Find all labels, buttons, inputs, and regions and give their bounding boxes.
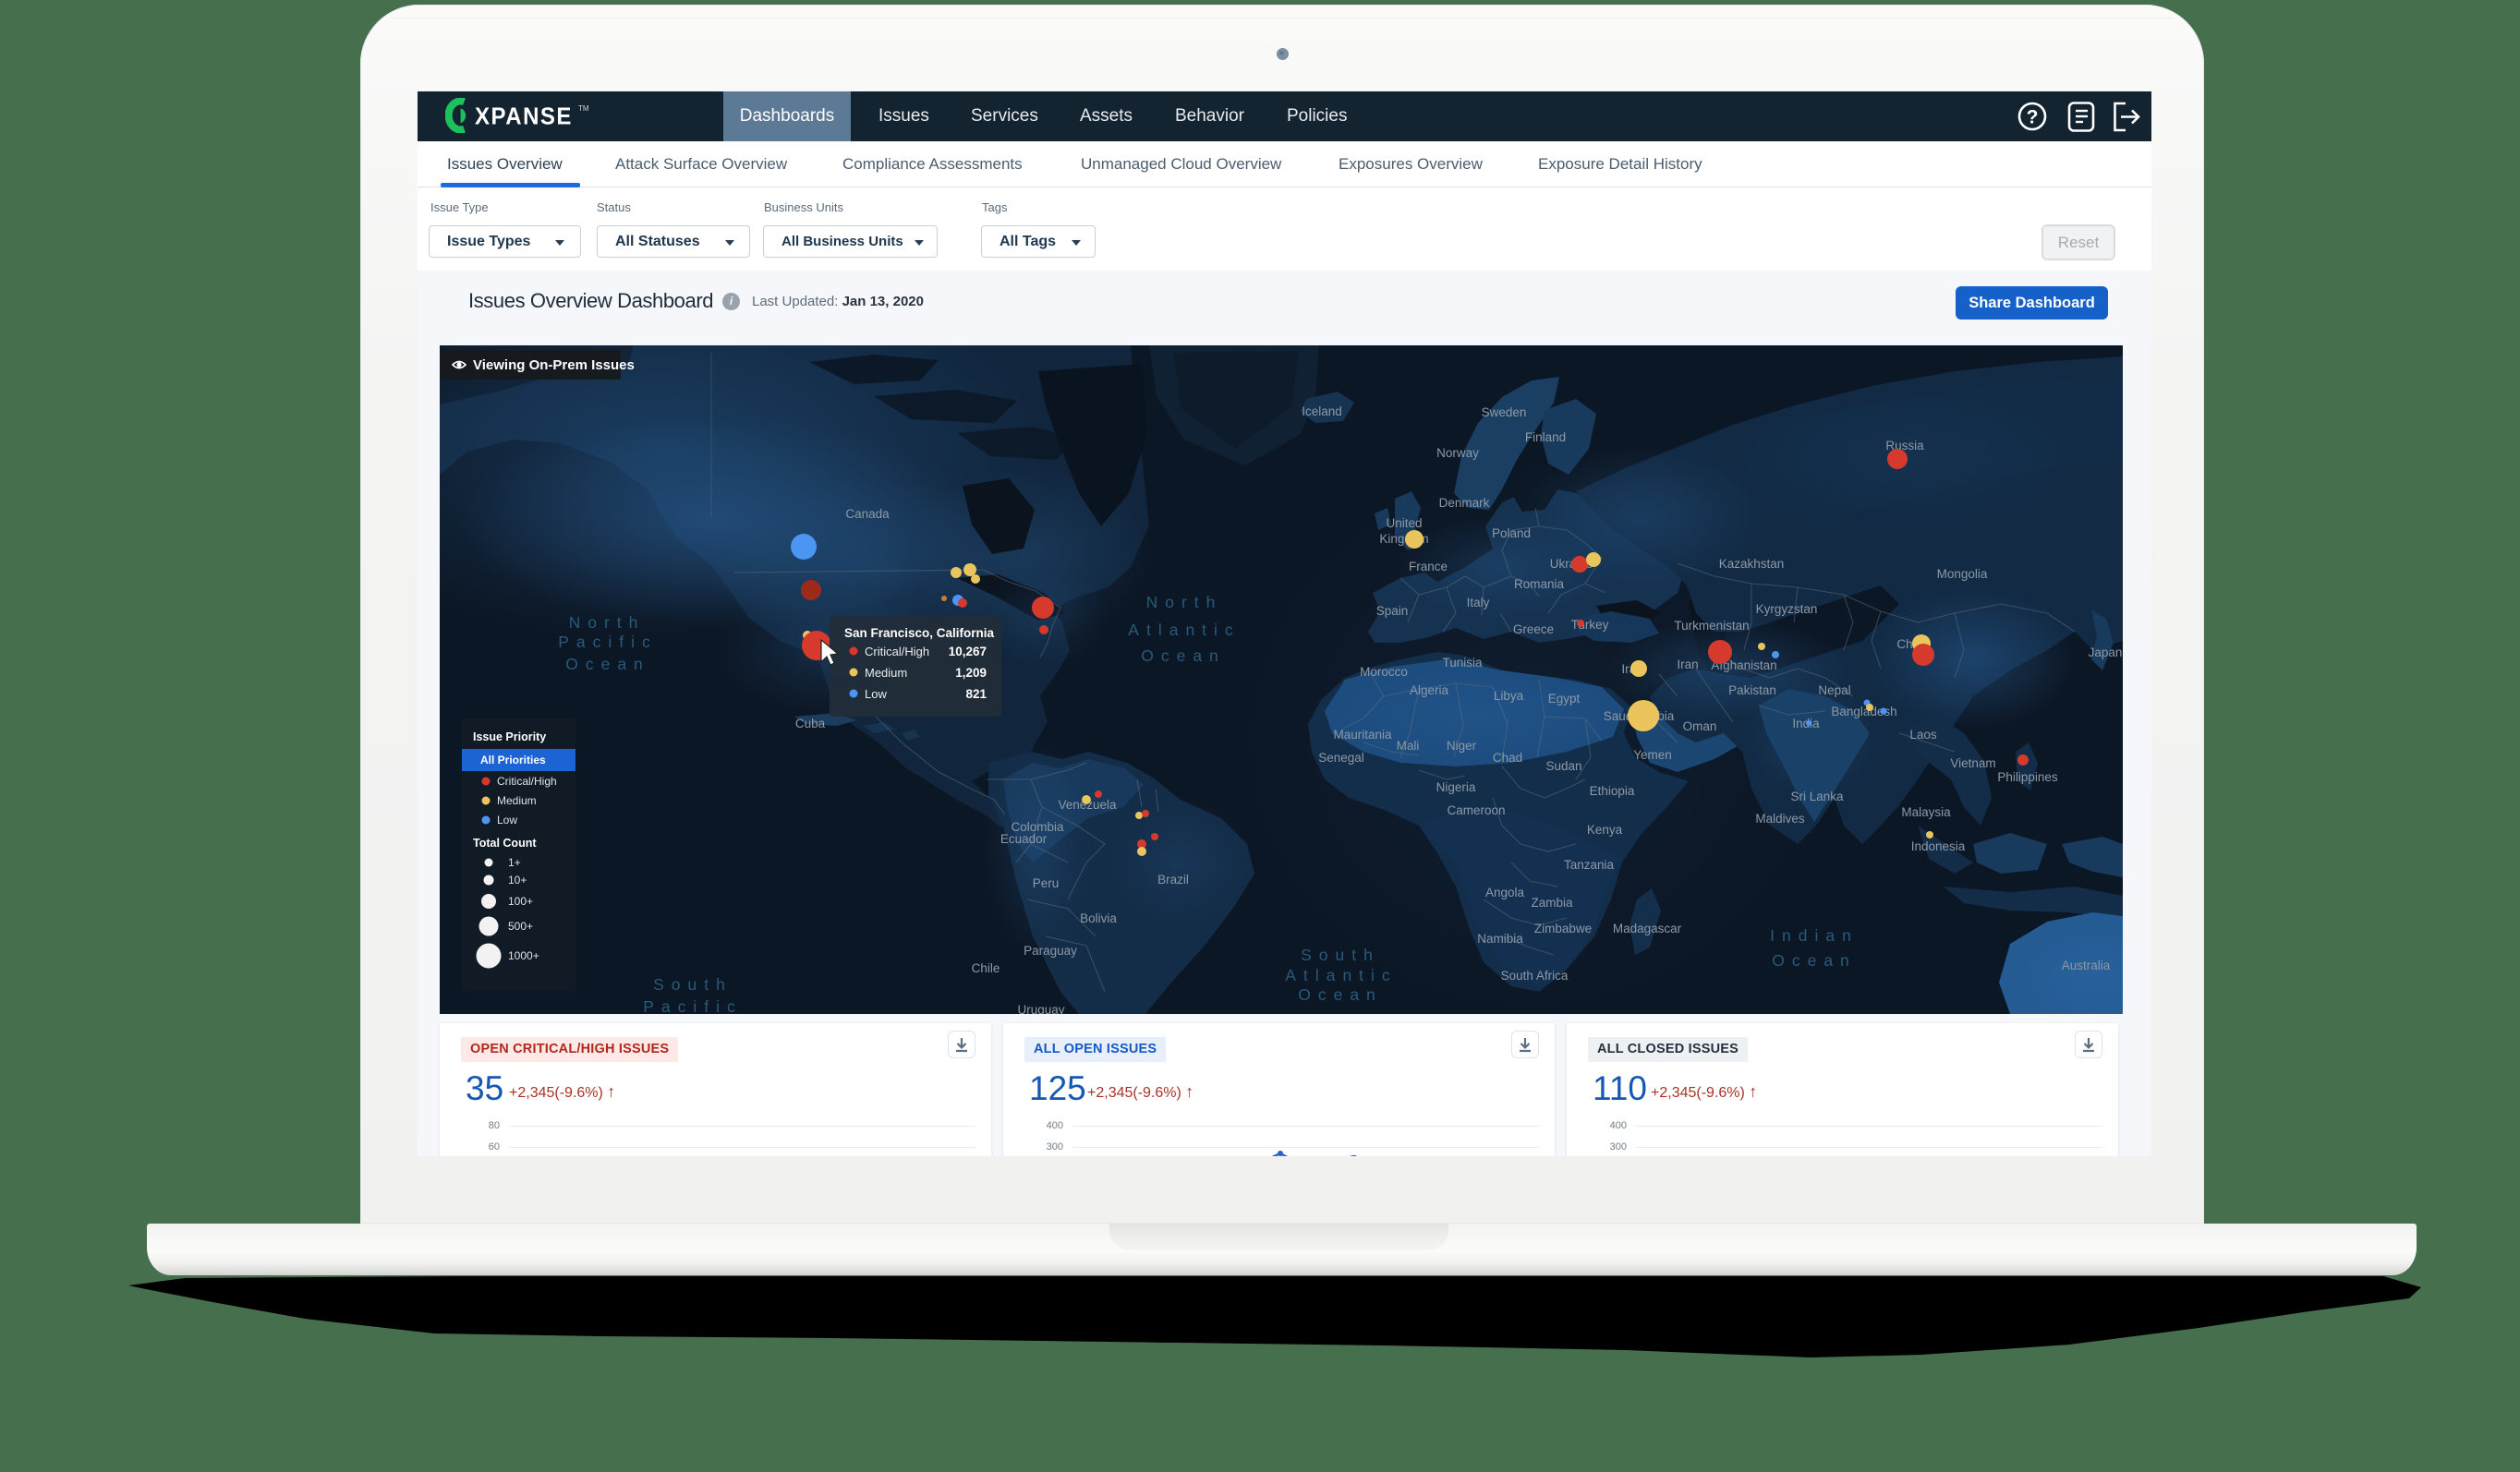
svg-text:Canada: Canada — [845, 507, 890, 521]
svg-text:Critical/High: Critical/High — [865, 645, 929, 658]
svg-text:Bangladesh: Bangladesh — [1831, 705, 1896, 718]
svg-text:Malaysia: Malaysia — [1901, 805, 1951, 819]
svg-text:Sudan: Sudan — [1545, 759, 1581, 773]
svg-text:Laos: Laos — [1909, 728, 1937, 742]
svg-text:Morocco: Morocco — [1360, 665, 1408, 679]
svg-text:821: 821 — [965, 687, 987, 701]
svg-text:Indonesia: Indonesia — [1911, 839, 1966, 853]
svg-text:Chad: Chad — [1493, 751, 1522, 765]
svg-text:South: South — [653, 975, 733, 994]
svg-text:Iceland: Iceland — [1302, 404, 1342, 418]
svg-text:Issue Priority: Issue Priority — [473, 730, 546, 743]
svg-text:Oman: Oman — [1683, 719, 1717, 733]
svg-text:Denmark: Denmark — [1439, 496, 1490, 510]
svg-text:Bolivia: Bolivia — [1080, 911, 1117, 925]
svg-text:Pakistan: Pakistan — [1728, 683, 1776, 697]
svg-text:Nepal: Nepal — [1818, 683, 1850, 697]
svg-text:Chile: Chile — [972, 961, 1000, 975]
svg-text:Sweden: Sweden — [1482, 405, 1527, 419]
svg-text:Spain: Spain — [1376, 604, 1409, 618]
svg-text:Kazakhstan: Kazakhstan — [1719, 557, 1785, 571]
svg-text:Paraguay: Paraguay — [1024, 944, 1077, 958]
svg-text:Critical/High: Critical/High — [497, 775, 557, 788]
svg-text:Turkey: Turkey — [1571, 618, 1609, 632]
svg-text:Angola: Angola — [1485, 886, 1525, 899]
svg-text:Sri Lanka: Sri Lanka — [1790, 790, 1844, 803]
svg-text:United: United — [1386, 516, 1422, 530]
svg-text:Total Count: Total Count — [473, 837, 537, 850]
svg-text:Libya: Libya — [1494, 689, 1524, 703]
svg-text:Indian: Indian — [1770, 926, 1859, 945]
svg-text:South: South — [1301, 946, 1380, 964]
svg-text:Egypt: Egypt — [1548, 692, 1581, 706]
svg-text:1,209: 1,209 — [955, 666, 987, 680]
svg-text:Namibia: Namibia — [1477, 932, 1523, 946]
svg-text:Ethiopia: Ethiopia — [1590, 784, 1635, 798]
svg-text:Yemen: Yemen — [1633, 748, 1672, 762]
svg-text:Finland: Finland — [1525, 430, 1566, 444]
svg-text:Japan: Japan — [2089, 646, 2123, 659]
svg-text:Turkmenistan: Turkmenistan — [1674, 619, 1749, 633]
svg-text:Greece: Greece — [1513, 622, 1554, 636]
svg-text:Italy: Italy — [1467, 596, 1490, 609]
svg-text:Niger: Niger — [1447, 739, 1477, 753]
svg-text:1+: 1+ — [508, 856, 521, 869]
svg-text:North: North — [569, 613, 646, 632]
svg-text:Pacific: Pacific — [558, 633, 658, 651]
svg-text:Viewing On-Prem Issues: Viewing On-Prem Issues — [473, 357, 635, 373]
svg-text:Ocean: Ocean — [1772, 951, 1857, 970]
svg-text:South Africa: South Africa — [1501, 969, 1569, 983]
svg-text:10,267: 10,267 — [949, 645, 987, 658]
svg-text:Ocean: Ocean — [1298, 985, 1383, 1004]
svg-text:Senegal: Senegal — [1318, 751, 1364, 765]
svg-text:Atlantic: Atlantic — [1128, 621, 1240, 639]
svg-text:Kenya: Kenya — [1587, 823, 1623, 837]
svg-text:Ocean: Ocean — [1141, 646, 1226, 665]
svg-text:Low: Low — [497, 814, 517, 826]
svg-text:?: ? — [2027, 107, 2039, 128]
svg-text:100+: 100+ — [508, 895, 533, 908]
svg-text:10+: 10+ — [508, 874, 527, 887]
svg-text:Mali: Mali — [1397, 739, 1420, 753]
svg-text:Low: Low — [865, 687, 887, 701]
svg-text:Madagascar: Madagascar — [1613, 922, 1682, 935]
svg-text:Kyrgyzstan: Kyrgyzstan — [1756, 602, 1818, 616]
svg-text:1000+: 1000+ — [508, 949, 539, 962]
svg-text:500+: 500+ — [508, 920, 533, 933]
svg-text:Uruguay: Uruguay — [1017, 1003, 1064, 1014]
svg-text:Maldives: Maldives — [1755, 812, 1805, 826]
svg-text:Romania: Romania — [1514, 577, 1565, 591]
svg-text:Vietnam: Vietnam — [1950, 756, 1995, 770]
svg-text:Peru: Peru — [1033, 876, 1060, 890]
svg-text:San Francisco, California: San Francisco, California — [844, 626, 995, 640]
svg-text:Philippines: Philippines — [1997, 770, 2058, 784]
svg-text:Ocean: Ocean — [565, 655, 650, 673]
svg-text:Pacific: Pacific — [643, 997, 743, 1014]
svg-text:Norway: Norway — [1436, 446, 1479, 460]
svg-text:Tunisia: Tunisia — [1442, 656, 1483, 670]
svg-text:Ecuador: Ecuador — [1000, 832, 1048, 846]
svg-text:Cameroon: Cameroon — [1447, 803, 1505, 817]
svg-text:Poland: Poland — [1492, 526, 1531, 540]
svg-text:Zambia: Zambia — [1531, 896, 1573, 910]
svg-text:Atlantic: Atlantic — [1285, 966, 1397, 984]
svg-text:Zimbabwe: Zimbabwe — [1534, 922, 1592, 935]
svg-text:France: France — [1409, 560, 1448, 573]
svg-text:Medium: Medium — [497, 794, 537, 807]
svg-text:Mauritania: Mauritania — [1333, 728, 1392, 742]
svg-text:Tanzania: Tanzania — [1564, 858, 1615, 872]
svg-text:Nigeria: Nigeria — [1436, 780, 1476, 794]
svg-text:All Priorities: All Priorities — [480, 754, 546, 766]
svg-text:North: North — [1146, 593, 1223, 611]
svg-text:Iran: Iran — [1677, 658, 1698, 671]
svg-text:Australia: Australia — [2062, 959, 2111, 972]
svg-text:Mongolia: Mongolia — [1937, 567, 1988, 581]
svg-text:Medium: Medium — [865, 666, 907, 680]
svg-text:Russia: Russia — [1885, 439, 1924, 452]
svg-text:Cuba: Cuba — [795, 717, 826, 730]
svg-text:Brazil: Brazil — [1157, 873, 1189, 887]
svg-text:Algeria: Algeria — [1410, 683, 1449, 697]
